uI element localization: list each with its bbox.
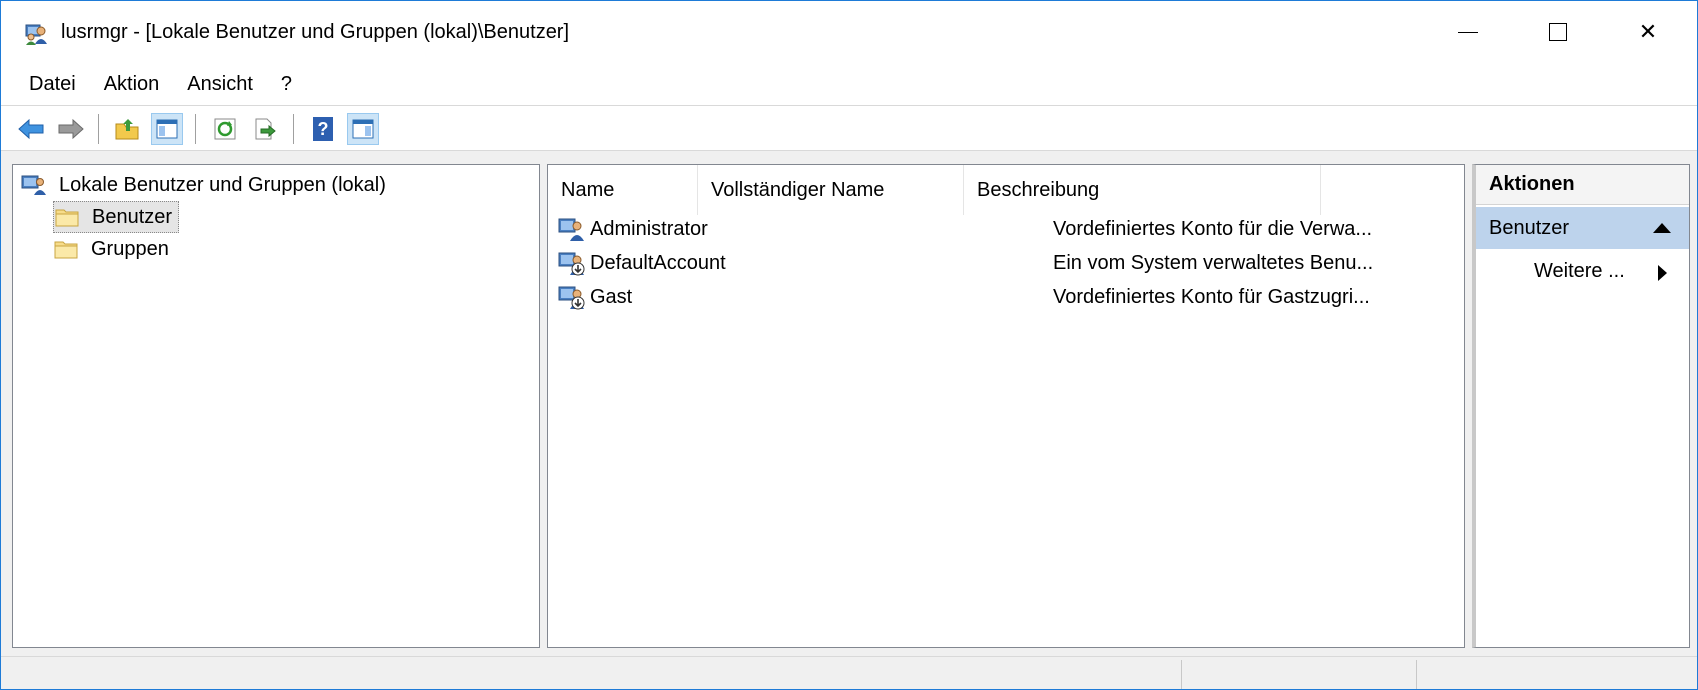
status-divider bbox=[1181, 660, 1182, 689]
close-button[interactable]: ✕ bbox=[1603, 1, 1693, 63]
show-hide-action-pane-button[interactable] bbox=[347, 113, 379, 145]
show-hide-tree-icon bbox=[156, 119, 178, 139]
cell-name: Gast bbox=[558, 279, 632, 315]
tree-item-benutzer[interactable]: Benutzer bbox=[53, 201, 180, 233]
maximize-icon bbox=[1549, 23, 1567, 41]
menu-datei[interactable]: Datei bbox=[19, 73, 90, 96]
tree-root-node[interactable]: Lokale Benutzer und Gruppen (lokal) bbox=[21, 169, 386, 201]
column-header-label: Vollständiger Name bbox=[711, 178, 885, 201]
forward-button[interactable] bbox=[55, 113, 87, 145]
window-title: lusrmgr - [Lokale Benutzer und Gruppen (… bbox=[61, 21, 570, 43]
folder-icon bbox=[53, 238, 79, 260]
back-icon bbox=[18, 118, 44, 140]
user-description: Vordefiniertes Konto für Gastzugri... bbox=[1053, 285, 1370, 308]
menu-aktion[interactable]: Aktion bbox=[90, 73, 174, 96]
toolbar: ? bbox=[1, 105, 1697, 151]
list-pane[interactable]: Name Vollständiger Name Beschreibung Adm… bbox=[547, 164, 1465, 648]
actions-pane: Aktionen Benutzer Weitere ... bbox=[1472, 164, 1690, 648]
column-header-full-name[interactable]: Vollständiger Name bbox=[698, 165, 964, 215]
forward-icon bbox=[58, 118, 84, 140]
menu-bar: Datei Aktion Ansicht ? bbox=[1, 63, 1697, 105]
actions-section-label: Benutzer bbox=[1489, 216, 1570, 239]
actions-section-benutzer[interactable]: Benutzer bbox=[1476, 207, 1689, 249]
users-icon bbox=[23, 22, 49, 46]
up-folder-icon bbox=[115, 119, 139, 140]
menu-help[interactable]: ? bbox=[267, 73, 306, 96]
tree-item-label: Gruppen bbox=[91, 237, 169, 260]
user-name: Administrator bbox=[590, 217, 708, 240]
actions-item-label: Weitere ... bbox=[1534, 259, 1625, 282]
tree-pane[interactable]: Lokale Benutzer und Gruppen (lokal) Benu… bbox=[12, 164, 540, 648]
column-header-name[interactable]: Name bbox=[548, 165, 698, 215]
refresh-button[interactable] bbox=[209, 113, 241, 145]
submenu-arrow-icon bbox=[1658, 265, 1667, 281]
toolbar-separator bbox=[293, 114, 294, 144]
disabled-user-icon bbox=[558, 284, 586, 310]
list-row[interactable]: Gast Vordefiniertes Konto für Gastzugri.… bbox=[548, 279, 1464, 315]
collapse-triangle-icon[interactable] bbox=[1653, 223, 1671, 233]
disabled-user-icon bbox=[558, 250, 586, 276]
menu-ansicht[interactable]: Ansicht bbox=[173, 73, 267, 96]
user-description: Vordefiniertes Konto für die Verwa... bbox=[1053, 217, 1373, 240]
column-header-description[interactable]: Beschreibung bbox=[964, 165, 1320, 215]
column-header-label: Beschreibung bbox=[977, 178, 1100, 201]
user-icon bbox=[558, 216, 586, 242]
actions-item-more[interactable]: Weitere ... bbox=[1476, 251, 1689, 291]
computer-users-icon bbox=[21, 174, 47, 196]
actions-header: Aktionen bbox=[1476, 165, 1689, 205]
app-window: lusrmgr - [Lokale Benutzer und Gruppen (… bbox=[0, 0, 1698, 690]
title-bar[interactable]: lusrmgr - [Lokale Benutzer und Gruppen (… bbox=[1, 1, 1697, 63]
folder-icon bbox=[54, 206, 80, 228]
list-header: Name Vollständiger Name Beschreibung bbox=[548, 165, 1464, 215]
export-list-button[interactable] bbox=[249, 113, 281, 145]
help-icon: ? bbox=[313, 117, 333, 141]
user-name: DefaultAccount bbox=[590, 251, 726, 274]
tree-root-label: Lokale Benutzer und Gruppen (lokal) bbox=[59, 173, 386, 196]
cell-name: DefaultAccount bbox=[558, 245, 726, 281]
refresh-icon bbox=[214, 118, 236, 140]
status-divider bbox=[1416, 660, 1417, 689]
list-row[interactable]: DefaultAccount Ein vom System verwaltete… bbox=[548, 245, 1464, 281]
cell-name: Administrator bbox=[558, 211, 708, 247]
export-list-icon bbox=[255, 118, 276, 140]
close-icon: ✕ bbox=[1638, 19, 1658, 44]
show-hide-tree-button[interactable] bbox=[151, 113, 183, 145]
show-hide-action-pane-icon bbox=[352, 119, 374, 139]
list-row[interactable]: Administrator Vordefiniertes Konto für d… bbox=[548, 211, 1464, 247]
toolbar-separator bbox=[195, 114, 196, 144]
help-button[interactable]: ? bbox=[307, 113, 339, 145]
back-button[interactable] bbox=[15, 113, 47, 145]
minimize-button[interactable] bbox=[1423, 1, 1513, 63]
up-folder-button[interactable] bbox=[111, 113, 143, 145]
status-bar bbox=[1, 656, 1697, 689]
user-description: Ein vom System verwaltetes Benu... bbox=[1053, 251, 1374, 274]
maximize-button[interactable] bbox=[1513, 1, 1603, 63]
minimize-icon bbox=[1458, 31, 1478, 33]
column-divider[interactable] bbox=[1320, 165, 1321, 215]
column-header-label: Name bbox=[561, 178, 615, 201]
user-name: Gast bbox=[590, 285, 633, 308]
toolbar-separator bbox=[98, 114, 99, 144]
tree-item-label: Benutzer bbox=[92, 205, 173, 228]
tree-item-gruppen[interactable]: Gruppen bbox=[53, 233, 169, 265]
